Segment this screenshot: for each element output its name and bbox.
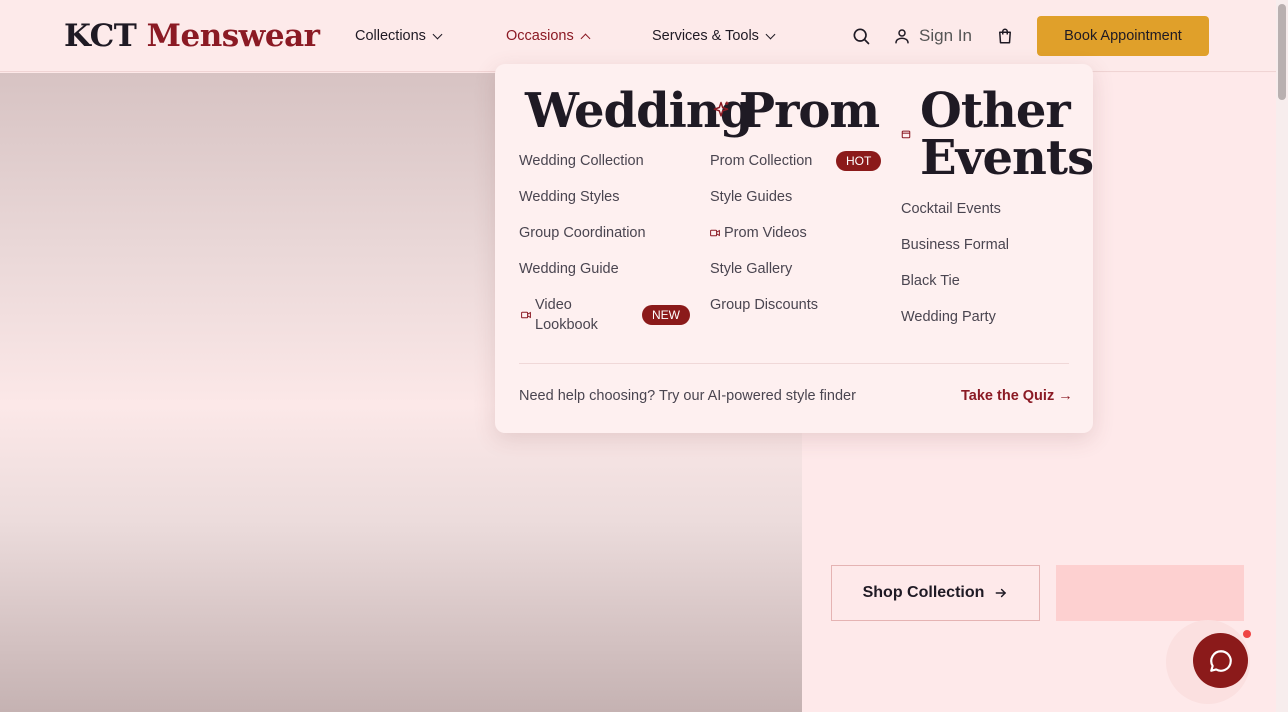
wedding-party-link[interactable]: Wedding Party <box>901 304 996 330</box>
nav-services-tools[interactable]: Services & Tools <box>640 18 795 54</box>
business-formal-link[interactable]: Business Formal <box>901 232 1009 258</box>
nav-occasions-label: Occasions <box>506 28 574 44</box>
shop-collection-button[interactable]: Shop Collection <box>831 565 1040 621</box>
notification-dot <box>1242 629 1252 639</box>
site-header: KCT Menswear Collections Occasions Servi… <box>0 0 1288 72</box>
mega-menu-divider <box>519 363 1069 364</box>
chat-bubble-icon <box>1209 649 1232 672</box>
black-tie-link[interactable]: Black Tie <box>901 268 960 294</box>
search-icon <box>853 28 870 45</box>
sign-in-label: Sign In <box>919 26 972 45</box>
prom-collection-link[interactable]: Prom Collection <box>710 148 812 174</box>
wedding-styles-link[interactable]: Wedding Styles <box>519 184 619 210</box>
brand-name-part1: KCT <box>64 18 137 54</box>
search-button[interactable] <box>841 16 881 56</box>
other-events-heading-line1: Other <box>920 83 1071 139</box>
nav-collections-label: Collections <box>355 28 426 44</box>
cart-button[interactable] <box>985 16 1025 56</box>
nav-occasions[interactable]: Occasions <box>494 18 607 54</box>
sparkles-icon <box>713 101 729 117</box>
brand-name-part2: Menswear <box>146 18 320 54</box>
group-coordination-link[interactable]: Group Coordination <box>519 220 646 246</box>
group-discounts-link[interactable]: Group Discounts <box>710 292 818 318</box>
brand-logo[interactable]: KCT Menswear <box>64 18 320 54</box>
wedding-guide-link[interactable]: Wedding Guide <box>519 256 619 282</box>
book-appointment-button[interactable]: Book Appointment <box>1037 16 1209 56</box>
prom-videos-label: Prom Videos <box>724 225 807 241</box>
arrow-right-icon <box>995 588 1007 598</box>
shopping-bag-icon <box>999 28 1011 44</box>
take-quiz-link[interactable]: Take the Quiz → <box>961 388 1073 404</box>
nav-services-label: Services & Tools <box>652 28 759 44</box>
chevron-up-icon <box>580 33 591 43</box>
secondary-hero-button[interactable] <box>1056 565 1244 621</box>
chat-button[interactable] <box>1193 633 1248 688</box>
wedding-collection-link[interactable]: Wedding Collection <box>519 148 644 174</box>
nav-collections[interactable]: Collections <box>343 18 462 54</box>
chevron-down-icon <box>765 29 776 39</box>
video-icon <box>710 229 720 237</box>
style-gallery-link[interactable]: Style Gallery <box>710 256 792 282</box>
chevron-down-icon <box>432 29 443 39</box>
user-icon <box>895 29 909 44</box>
hot-badge: HOT <box>836 151 882 171</box>
other-events-heading-line2: Events <box>920 130 1094 186</box>
calendar-icon <box>901 130 911 139</box>
video-icon <box>521 311 531 319</box>
scrollbar-track[interactable] <box>1276 0 1288 712</box>
prom-videos-link[interactable]: Prom Videos <box>710 220 807 246</box>
shop-collection-label: Shop Collection <box>862 584 985 601</box>
style-finder-help-text: Need help choosing? Try our AI-powered s… <box>519 388 856 404</box>
new-badge: NEW <box>642 305 690 325</box>
scrollbar-thumb[interactable] <box>1278 4 1286 100</box>
other-events-heading: Other Events <box>920 83 1094 186</box>
video-lookbook-line1: Video <box>535 297 572 313</box>
cocktail-events-link[interactable]: Cocktail Events <box>901 196 1001 222</box>
prom-heading: Prom <box>739 83 880 139</box>
video-lookbook-line2: Lookbook <box>535 317 598 333</box>
sign-in-link[interactable]: Sign In <box>893 24 972 48</box>
style-guides-link[interactable]: Style Guides <box>710 184 792 210</box>
